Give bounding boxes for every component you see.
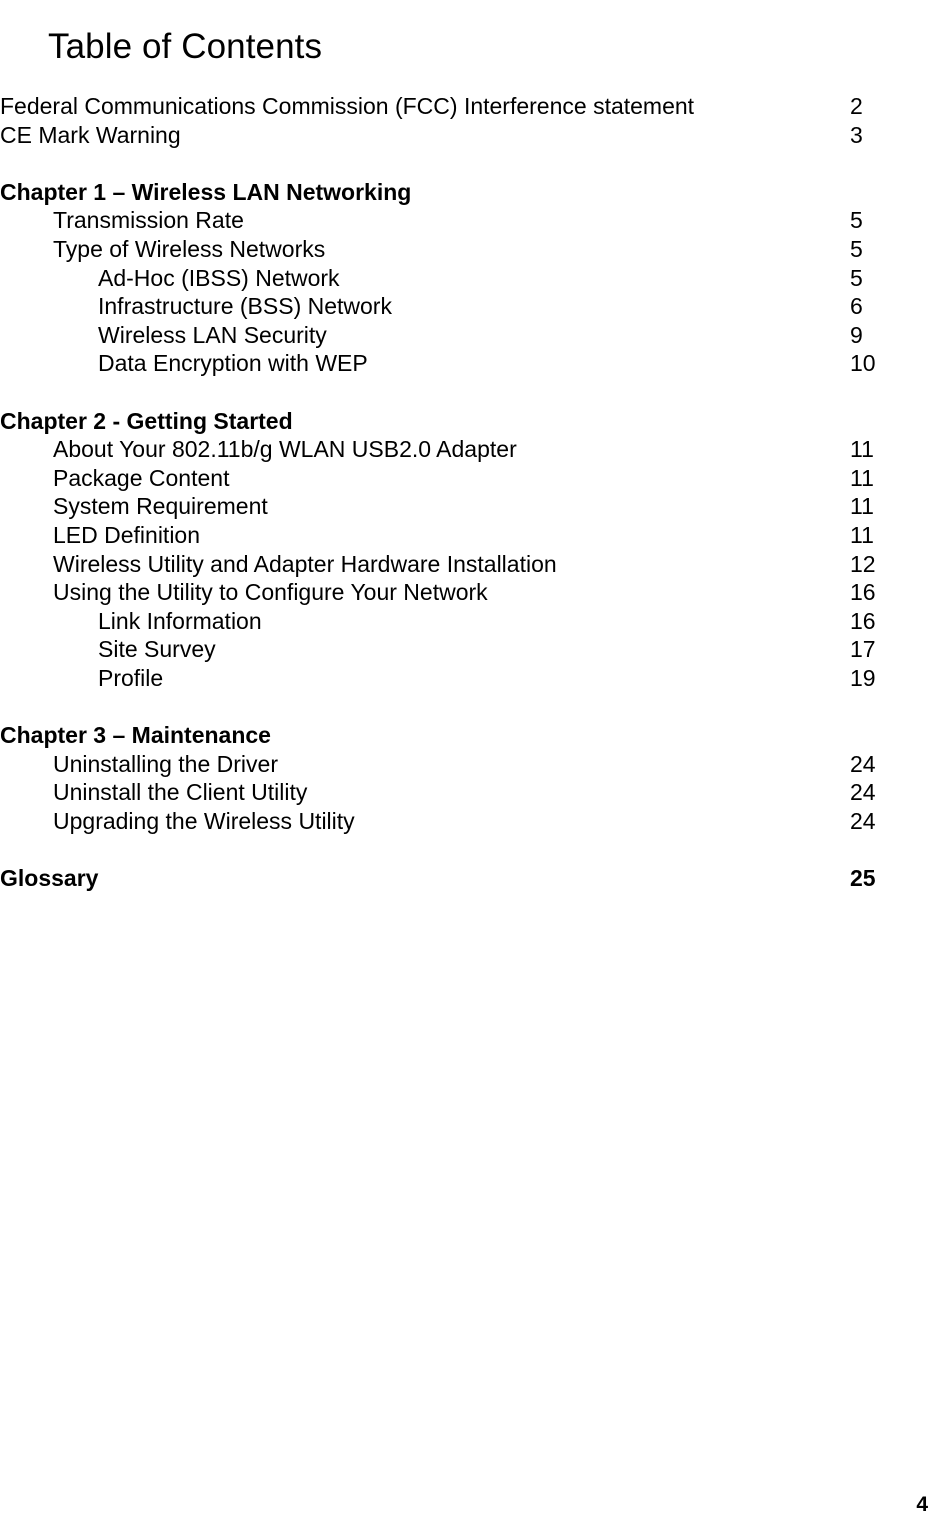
toc-entry-label: Chapter 1 – Wireless LAN Networking xyxy=(0,178,412,205)
toc-entry-row[interactable]: LED Definition 11 xyxy=(0,521,943,550)
toc-entry-row[interactable]: About Your 802.11b/g WLAN USB2.0 Adapter… xyxy=(0,435,943,464)
toc-entry-row[interactable]: Ad-Hoc (IBSS) Network 5 xyxy=(0,264,943,293)
toc-entry-page-number: 16 xyxy=(850,607,876,634)
toc-section-spacer xyxy=(0,835,943,864)
toc-entry-page-number: 24 xyxy=(850,750,876,777)
toc-entry-label: About Your 802.11b/g WLAN USB2.0 Adapter xyxy=(53,436,517,463)
toc-entry-page-number: 9 xyxy=(850,321,863,348)
toc-entry-label: Wireless Utility and Adapter Hardware In… xyxy=(53,550,557,577)
toc-entry-label: LED Definition xyxy=(53,521,201,548)
toc-entry-row[interactable]: Using the Utility to Configure Your Netw… xyxy=(0,578,943,607)
toc-entry-label: Type of Wireless Networks xyxy=(53,235,326,262)
toc-entry-page-number: 24 xyxy=(850,779,876,806)
toc-entry-page-number: 11 xyxy=(850,521,874,548)
toc-entry-row[interactable]: System Requirement 11 xyxy=(0,492,943,521)
toc-entry-page-number: 5 xyxy=(850,207,863,234)
toc-entry-row[interactable]: Upgrading the Wireless Utility 24 xyxy=(0,807,943,836)
toc-entry-row[interactable]: Site Survey 17 xyxy=(0,635,943,664)
toc-entry-row[interactable]: Data Encryption with WEP 10 xyxy=(0,349,943,378)
toc-entry-page-number: 6 xyxy=(850,293,863,320)
toc-entry-row[interactable]: Type of Wireless Networks 5 xyxy=(0,235,943,264)
toc-section-spacer xyxy=(0,149,943,178)
toc-entry-row[interactable]: Uninstall the Client Utility 24 xyxy=(0,778,943,807)
toc-entry-page-number: 5 xyxy=(850,235,863,262)
toc-entry-row[interactable]: Wireless LAN Security 9 xyxy=(0,321,943,350)
toc-entry-page-number: 12 xyxy=(850,550,876,577)
toc-entry-label: Package Content xyxy=(53,464,230,491)
toc-entry-row[interactable]: Transmission Rate 5 xyxy=(0,206,943,235)
toc-entry-label: Wireless LAN Security xyxy=(98,321,327,348)
toc-chapter-row[interactable]: Chapter 1 – Wireless LAN Networking xyxy=(0,178,943,207)
toc-entry-label: Using the Utility to Configure Your Netw… xyxy=(53,579,488,606)
document-page: Table of Contents Federal Communications… xyxy=(0,0,943,1526)
toc-chapter-row[interactable]: Chapter 3 – Maintenance xyxy=(0,721,943,750)
toc-entry-label: Site Survey xyxy=(98,636,216,663)
toc-entry-row[interactable]: Federal Communications Commission (FCC) … xyxy=(0,92,943,121)
toc-entry-label: Infrastructure (BSS) Network xyxy=(98,293,392,320)
toc-entry-page-number: 24 xyxy=(850,807,876,834)
toc-entry-page-number: 16 xyxy=(850,579,876,606)
toc-entry-row[interactable]: Uninstalling the Driver 24 xyxy=(0,750,943,779)
toc-entry-label: Chapter 3 – Maintenance xyxy=(0,722,271,749)
toc-entry-page-number: 25 xyxy=(850,865,876,892)
toc-entry-label: Glossary xyxy=(0,865,99,892)
toc-entry-label: Data Encryption with WEP xyxy=(98,350,368,377)
toc-entry-page-number: 3 xyxy=(850,121,863,148)
toc-chapter-row[interactable]: Glossary 25 xyxy=(0,864,943,893)
toc-entry-label: Uninstalling the Driver xyxy=(53,750,278,777)
toc-entry-page-number: 19 xyxy=(850,664,876,691)
toc-entry-label: Ad-Hoc (IBSS) Network xyxy=(98,264,340,291)
toc-entry-page-number: 5 xyxy=(850,264,863,291)
toc-entry-row[interactable]: Link Information 16 xyxy=(0,607,943,636)
toc-entry-label: Link Information xyxy=(98,607,262,634)
toc-entry-label: Uninstall the Client Utility xyxy=(53,779,308,806)
toc-entry-label: System Requirement xyxy=(53,493,268,520)
footer-page-number: 4 xyxy=(916,1493,928,1516)
toc-entry-label: CE Mark Warning xyxy=(0,121,181,148)
toc-section-spacer xyxy=(0,692,943,721)
page-title: Table of Contents xyxy=(48,27,323,67)
toc-section-spacer xyxy=(0,378,943,407)
toc-entry-row[interactable]: Infrastructure (BSS) Network 6 xyxy=(0,292,943,321)
toc-entry-label: Federal Communications Commission (FCC) … xyxy=(0,93,695,119)
toc-entry-row[interactable]: Profile 19 xyxy=(0,664,943,693)
toc-entry-page-number: 10 xyxy=(850,350,876,377)
table-of-contents: Federal Communications Commission (FCC) … xyxy=(0,92,943,893)
toc-entry-page-number: 2 xyxy=(850,93,863,119)
toc-entry-row[interactable]: CE Mark Warning 3 xyxy=(0,121,943,150)
toc-entry-label: Profile xyxy=(98,664,164,691)
toc-entry-page-number: 17 xyxy=(850,636,876,663)
toc-entry-row[interactable]: Wireless Utility and Adapter Hardware In… xyxy=(0,550,943,579)
toc-entry-page-number: 11 xyxy=(850,436,874,463)
toc-entry-label: Transmission Rate xyxy=(53,207,244,234)
toc-entry-row[interactable]: Package Content 11 xyxy=(0,464,943,493)
toc-entry-label: Chapter 2 - Getting Started xyxy=(0,407,293,434)
toc-entry-label: Upgrading the Wireless Utility xyxy=(53,807,355,834)
toc-chapter-row[interactable]: Chapter 2 - Getting Started xyxy=(0,407,943,436)
toc-entry-page-number: 11 xyxy=(850,493,874,520)
toc-entry-page-number: 11 xyxy=(850,464,874,491)
